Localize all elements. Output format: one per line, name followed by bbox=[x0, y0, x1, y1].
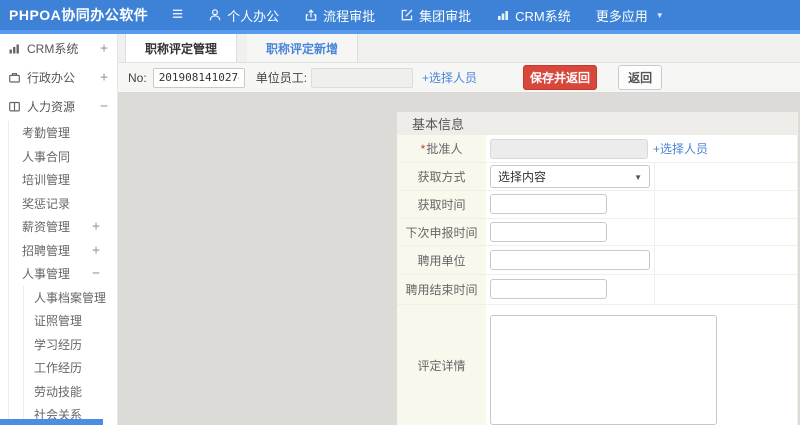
edit-square-icon bbox=[400, 8, 414, 22]
user-icon bbox=[208, 8, 222, 22]
sidebar-item-attendance[interactable]: 考勤管理 bbox=[9, 121, 117, 145]
return-button[interactable]: 返回 bbox=[618, 65, 663, 90]
field-label: 获取方式 bbox=[397, 163, 486, 190]
form-toolbar: No: 单位员工: +选择人员 保存并返回 返回 bbox=[118, 63, 800, 93]
app-logo: PHPOA协同办公软件 bbox=[9, 7, 149, 23]
sidebar-item-labor-skills[interactable]: 劳动技能 bbox=[24, 380, 117, 404]
field-label: 聘用单位 bbox=[397, 246, 486, 274]
approver-input[interactable] bbox=[490, 138, 648, 159]
sidebar-item-recruit[interactable]: 招聘管理 + bbox=[9, 239, 117, 263]
sidebar-item-work-history[interactable]: 工作经历 bbox=[24, 356, 117, 380]
field-cell: +选择人员 bbox=[486, 135, 708, 163]
employee-input[interactable] bbox=[311, 67, 414, 88]
hamburger-menu-icon[interactable]: ≡ bbox=[172, 0, 183, 30]
tab-bar: 职称评定管理 职称评定新增 bbox=[118, 34, 800, 63]
nav-more-apps[interactable]: 更多应用 bbox=[596, 6, 648, 25]
employee-label: 单位员工: bbox=[255, 71, 308, 85]
nav-label: 个人办公 bbox=[227, 8, 280, 24]
form-row-acquire-time: 获取时间 bbox=[397, 191, 797, 219]
tab-title-evaluation-new[interactable]: 职称评定新增 bbox=[247, 34, 359, 62]
expand-icon[interactable]: + bbox=[100, 41, 108, 56]
top-navbar: PHPOA协同办公软件 ≡ 个人办公 流程审批 集团审批 CRM系统 更多应用 … bbox=[0, 0, 800, 30]
sidebar-item-salary[interactable]: 薪资管理 + bbox=[9, 215, 117, 239]
save-and-return-button[interactable]: 保存并返回 bbox=[523, 65, 598, 90]
form-row-next-apply-time: 下次申报时间 bbox=[397, 218, 797, 247]
select-person-link[interactable]: +选择人员 bbox=[422, 69, 477, 86]
hr-submenu: 考勤管理 人事合同 培训管理 奖惩记录 薪资管理 + 招聘管理 + 人事管理 −… bbox=[8, 121, 117, 425]
field-cell: 选择内容 ▼ bbox=[486, 163, 655, 190]
nav-label: 更多应用 bbox=[595, 8, 648, 24]
sidebar-item-hr-contract[interactable]: 人事合同 bbox=[9, 145, 117, 169]
nav-workflow-approval[interactable]: 流程审批 bbox=[304, 6, 375, 25]
form-row-evaluation-detail: 评定详情 bbox=[397, 305, 797, 425]
sidebar-item-training[interactable]: 培训管理 bbox=[9, 168, 117, 192]
field-label: 聘用结束时间 bbox=[397, 274, 486, 305]
sidebar-menu: CRM系统 + 行政办公 + 人力资源 − 考勤管理 人事合同 培训管理 奖惩记… bbox=[0, 34, 118, 425]
acquire-time-input[interactable] bbox=[490, 194, 607, 215]
sidebar-item-crm[interactable]: CRM系统 + bbox=[0, 34, 117, 63]
bar-chart-icon bbox=[496, 8, 510, 22]
briefcase-icon bbox=[8, 71, 21, 84]
sidebar-item-personnel[interactable]: 人事管理 − bbox=[9, 262, 117, 286]
sidebar-item-rewards[interactable]: 奖惩记录 bbox=[9, 192, 117, 216]
select-person-link[interactable]: +选择人员 bbox=[653, 140, 708, 157]
caret-down-icon: ▼ bbox=[634, 173, 642, 183]
acquire-method-select[interactable]: 选择内容 ▼ bbox=[490, 165, 650, 189]
next-apply-time-input[interactable] bbox=[490, 222, 607, 243]
employment-end-time-input[interactable] bbox=[490, 279, 607, 300]
sidebar-item-hr[interactable]: 人力资源 − bbox=[0, 92, 117, 121]
field-label: 下次申报时间 bbox=[397, 218, 486, 246]
field-cell bbox=[486, 305, 717, 425]
expand-icon[interactable]: + bbox=[92, 219, 100, 234]
no-label: No: bbox=[128, 70, 147, 85]
sidebar-item-certificates[interactable]: 证照管理 bbox=[24, 309, 117, 333]
expand-icon[interactable]: + bbox=[92, 243, 100, 258]
bar-chart-icon bbox=[8, 42, 21, 55]
form-row-acquire-method: 获取方式 选择内容 ▼ bbox=[397, 163, 797, 191]
required-marker: * bbox=[420, 142, 426, 157]
collapse-icon[interactable]: − bbox=[92, 266, 100, 281]
select-value: 选择内容 bbox=[498, 170, 547, 185]
tab-title-evaluation-manage[interactable]: 职称评定管理 bbox=[125, 34, 238, 62]
field-cell bbox=[486, 246, 655, 274]
book-icon bbox=[8, 100, 21, 113]
field-label: *批准人 bbox=[397, 134, 486, 163]
sidebar-item-personnel-files[interactable]: 人事档案管理 bbox=[24, 286, 117, 310]
form-row-employer: 聘用单位 bbox=[397, 246, 797, 275]
caret-down-icon[interactable]: ▼ bbox=[656, 11, 664, 20]
no-input[interactable] bbox=[152, 67, 245, 88]
basic-info-panel: 基本信息 *批准人 +选择人员 获取方式 选择内容 ▼ 获取时间 下次申报时间 … bbox=[397, 112, 798, 425]
workflow-upload-icon bbox=[304, 8, 318, 22]
evaluation-detail-textarea[interactable] bbox=[490, 315, 717, 425]
nav-personal-office[interactable]: 个人办公 bbox=[208, 6, 279, 25]
employer-input[interactable] bbox=[490, 250, 650, 271]
nav-label: 集团审批 bbox=[419, 8, 472, 24]
main-area: 职称评定管理 职称评定新增 No: 单位员工: +选择人员 保存并返回 返回 基… bbox=[118, 34, 800, 425]
sidebar-bottom-accent bbox=[0, 419, 103, 425]
collapse-icon[interactable]: − bbox=[100, 99, 108, 114]
sidebar-item-admin-office[interactable]: 行政办公 + bbox=[0, 63, 117, 92]
content-area: 基本信息 *批准人 +选择人员 获取方式 选择内容 ▼ 获取时间 下次申报时间 … bbox=[118, 93, 800, 425]
app-window: PHPOA协同办公软件 ≡ 个人办公 流程审批 集团审批 CRM系统 更多应用 … bbox=[0, 0, 800, 425]
nav-label: CRM系统 bbox=[515, 8, 571, 24]
personnel-submenu: 人事档案管理 证照管理 学习经历 工作经历 劳动技能 社会关系 bbox=[23, 285, 117, 425]
form-row-approver: *批准人 +选择人员 bbox=[397, 134, 797, 164]
field-cell bbox=[486, 191, 655, 218]
field-label: 评定详情 bbox=[397, 305, 486, 425]
nav-label: 流程审批 bbox=[323, 8, 376, 24]
field-cell bbox=[486, 274, 655, 305]
nav-crm-system[interactable]: CRM系统 bbox=[496, 6, 571, 25]
sidebar-item-education[interactable]: 学习经历 bbox=[24, 333, 117, 357]
form-row-employment-end-time: 聘用结束时间 bbox=[397, 274, 797, 306]
expand-icon[interactable]: + bbox=[100, 70, 108, 85]
nav-group-approval[interactable]: 集团审批 bbox=[400, 6, 471, 25]
field-cell bbox=[486, 218, 655, 246]
field-label: 获取时间 bbox=[397, 191, 486, 218]
section-title: 基本信息 bbox=[397, 112, 797, 135]
